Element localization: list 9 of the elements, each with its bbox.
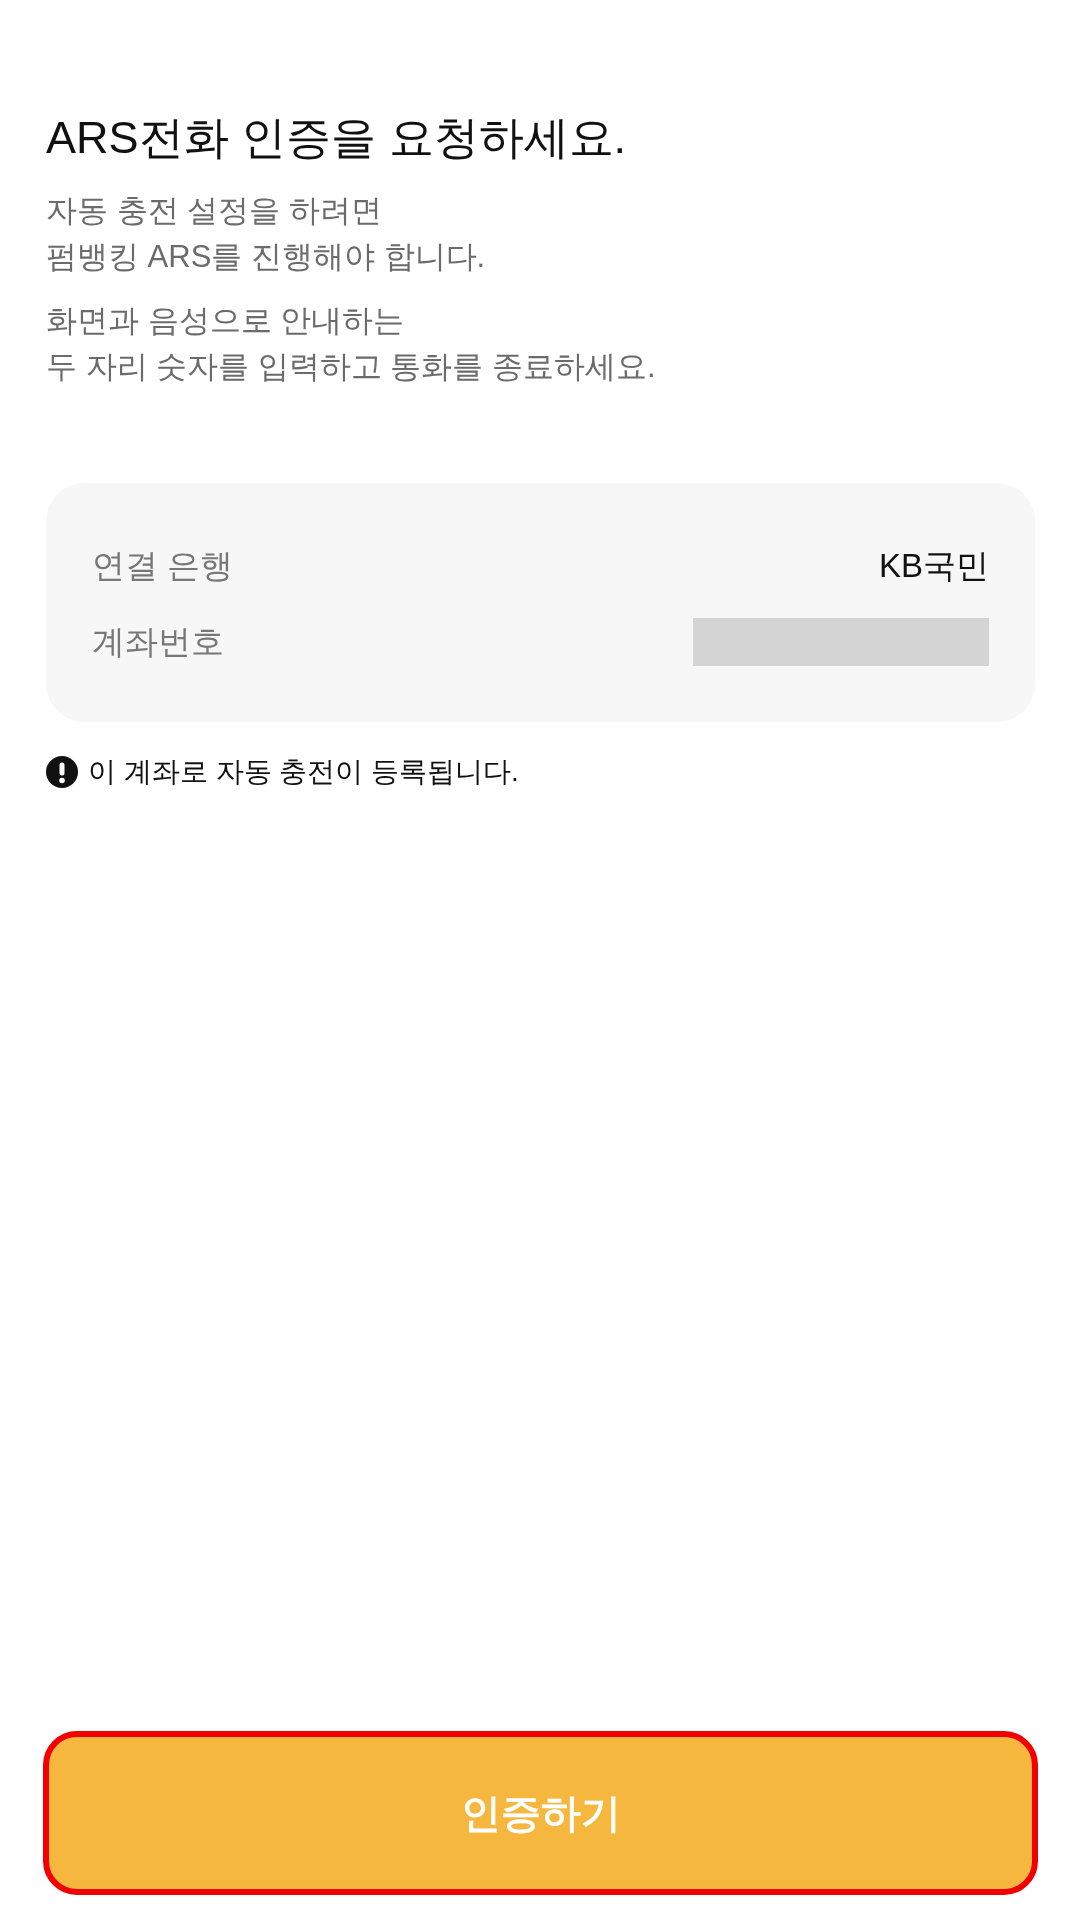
page-title: ARS전화 인증을 요청하세요. (46, 111, 627, 165)
field-label: 계좌번호 (92, 621, 224, 662)
verify-button[interactable]: 인증하기 (43, 1731, 1038, 1895)
instruction-text: 자동 충전 설정을 하려면 펌뱅킹 ARS를 진행해야 합니다. (46, 192, 486, 276)
field-label: 연결 은행 (92, 545, 234, 586)
exclamation-icon (46, 756, 78, 788)
field-value: KB국민 (878, 545, 989, 586)
notice-text: 이 계좌로 자동 충전이 등록됩니다. (88, 755, 519, 789)
instruction-text: 화면과 음성으로 안내하는 두 자리 숫자를 입력하고 통화를 종료하세요. (46, 302, 656, 386)
